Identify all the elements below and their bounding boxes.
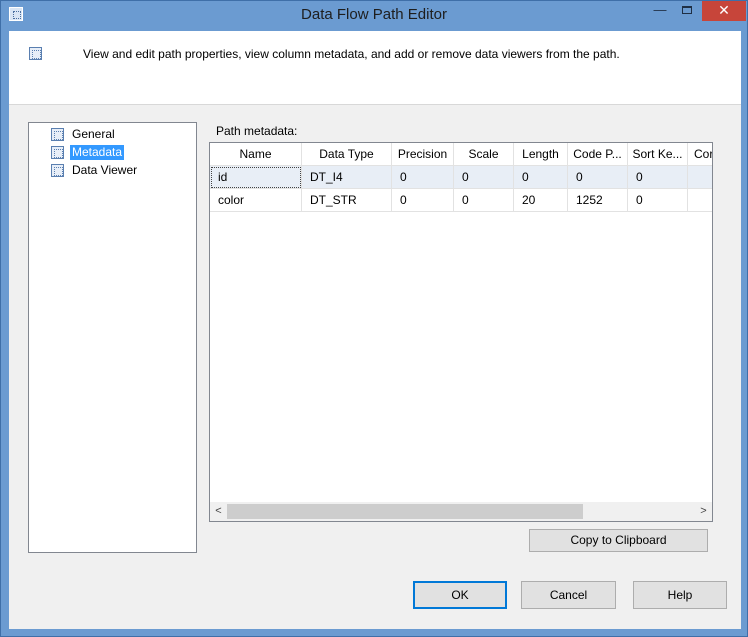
ok-button[interactable]: OK: [413, 581, 507, 609]
table-cell[interactable]: id: [210, 166, 302, 189]
table-cell[interactable]: DT_STR: [302, 189, 392, 212]
nav-item-label: Data Viewer: [72, 162, 138, 177]
nav-item-label: General: [72, 126, 115, 141]
table-cell[interactable]: [688, 166, 712, 189]
table-cell[interactable]: 0: [568, 166, 628, 189]
nav-item-label: Metadata: [70, 144, 125, 160]
column-header-precision[interactable]: Precision: [392, 143, 454, 166]
metadata-grid[interactable]: Name Data Type Precision Scale Length Co…: [209, 142, 713, 522]
column-header-scale[interactable]: Scale: [454, 143, 514, 166]
column-header-name[interactable]: Name: [210, 143, 302, 166]
page-icon: [51, 127, 64, 141]
page-icon: [51, 163, 64, 177]
minimize-button[interactable]: —: [647, 1, 673, 21]
window-title: Data Flow Path Editor: [301, 6, 447, 23]
editor-icon: [29, 47, 42, 60]
table-cell[interactable]: 0: [392, 166, 454, 189]
table-cell[interactable]: color: [210, 189, 302, 212]
path-metadata-label: Path metadata:: [216, 124, 298, 138]
title-bar[interactable]: Data Flow Path Editor — ✕: [1, 1, 747, 29]
table-cell[interactable]: 0: [454, 166, 514, 189]
column-header-data-type[interactable]: Data Type: [302, 143, 392, 166]
maximize-button[interactable]: [674, 1, 700, 21]
nav-item-data-viewer[interactable]: Data Viewer: [51, 162, 139, 178]
dialog-client-area: View and edit path properties, view colu…: [9, 31, 741, 629]
scroll-left-icon[interactable]: <: [210, 502, 227, 521]
scroll-right-icon[interactable]: >: [695, 502, 712, 521]
page-tree: General Metadata Data Viewer: [28, 122, 197, 553]
page-icon: [51, 145, 64, 159]
cancel-button[interactable]: Cancel: [521, 581, 616, 609]
header-band: View and edit path properties, view colu…: [9, 31, 741, 105]
table-cell[interactable]: DT_I4: [302, 166, 392, 189]
table-cell[interactable]: 0: [454, 189, 514, 212]
table-cell[interactable]: 0: [628, 189, 688, 212]
table-cell[interactable]: 0: [392, 189, 454, 212]
help-button[interactable]: Help: [633, 581, 727, 609]
dialog-window: Data Flow Path Editor — ✕ View and edit …: [0, 0, 748, 637]
column-header-length[interactable]: Length: [514, 143, 568, 166]
column-header-comparison[interactable]: Cor: [688, 143, 712, 166]
maximize-icon: [682, 6, 692, 14]
table-cell[interactable]: 20: [514, 189, 568, 212]
table-cell[interactable]: 1252: [568, 189, 628, 212]
table-cell[interactable]: [688, 189, 712, 212]
column-header-code-page[interactable]: Code P...: [568, 143, 628, 166]
scroll-thumb[interactable]: [227, 504, 583, 519]
table-cell[interactable]: 0: [628, 166, 688, 189]
table-cell[interactable]: 0: [514, 166, 568, 189]
column-header-sort-key[interactable]: Sort Ke...: [628, 143, 688, 166]
close-button[interactable]: ✕: [702, 1, 746, 21]
header-description: View and edit path properties, view colu…: [83, 47, 620, 61]
nav-item-metadata[interactable]: Metadata: [51, 144, 125, 160]
copy-to-clipboard-button[interactable]: Copy to Clipboard: [529, 529, 708, 552]
horizontal-scrollbar[interactable]: < >: [210, 502, 712, 521]
nav-item-general[interactable]: General: [51, 126, 117, 142]
